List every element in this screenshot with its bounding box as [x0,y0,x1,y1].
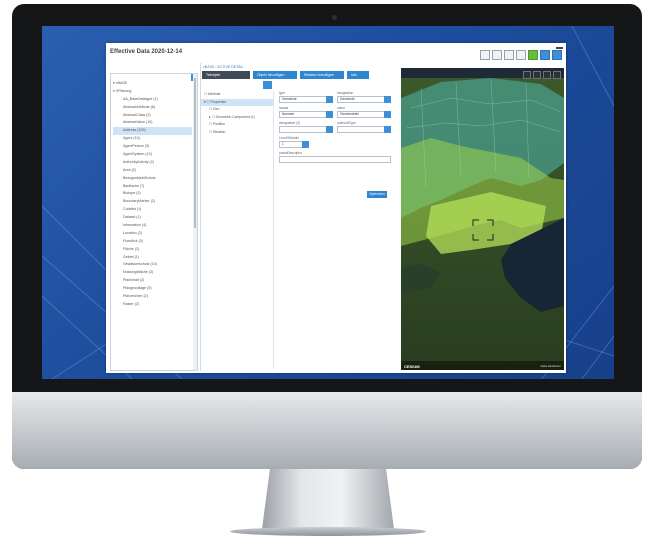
map-footer: CESIUM Data attribution [401,361,564,370]
locator-select[interactable]: Nummer [279,111,333,118]
app-title: Effective Data 2020-12-14 [110,49,183,55]
tab-1[interactable]: Objekt hinzufügen [253,71,297,79]
property-tree-item[interactable]: ▸ ☐ Geometric Component (1) [201,114,273,122]
chevron-down-icon[interactable] [384,111,391,118]
window-toolbar [480,50,562,60]
locator-value: Nummer [282,112,295,116]
tree-item[interactable]: AbstractClass (2) [113,112,192,120]
chevron-down-icon[interactable] [326,96,333,103]
tree-list: ▾ xBASE ▾ XPlanung AA_BaseDatatype (1) Abst… [113,80,192,309]
designation2-select[interactable] [279,126,333,133]
tree-scrollbar-thumb[interactable] [194,78,196,228]
search-button[interactable] [263,81,272,89]
layers-icon[interactable] [543,71,551,79]
type-value: Gemeinde [282,97,297,101]
designation-select[interactable]: Gemeinde [337,96,391,103]
name-value: Gemeindeteil [340,112,359,116]
tree-item[interactable]: BezugsobjektSchutz [113,175,192,183]
monitor-stand [262,469,394,529]
tree-item[interactable]: Biotope (3) [113,190,192,198]
user-icon[interactable] [552,50,562,60]
save-icon[interactable] [528,50,538,60]
tree-item[interactable]: Bauflache (7) [113,183,192,191]
tree-item[interactable]: AbstractValue (10) [113,119,192,127]
codelist-select[interactable] [337,126,391,133]
map-view[interactable]: CESIUM Data attribution [401,68,564,370]
tree-item[interactable]: BoundaryMarker (2) [113,198,192,206]
breadcrumb-active[interactable]: ACTIVE DETAIL [217,65,243,69]
tree-item[interactable]: Plangrundlage (5) [113,285,192,293]
tree-item[interactable]: Dataset (1) [113,214,192,222]
property-tree-item[interactable]: ☐ Attribute [201,91,273,99]
tab-0[interactable]: Teilobjekt [202,71,250,79]
app-window: Effective Data 2020-12-14 ▾ xBASE ▾ XPlan… [106,43,566,373]
home-icon[interactable] [523,71,531,79]
chevron-down-icon[interactable] [302,141,309,148]
map-toolbar [523,71,561,79]
property-tree-item[interactable]: ▾ ☐ Properties [201,98,273,106]
save-button[interactable]: Speichern [367,191,387,198]
tree-scrollbar[interactable] [193,74,197,370]
tree-item[interactable]: Raster (2) [113,301,192,309]
level-select[interactable]: 1 [279,141,309,148]
grid-icon[interactable] [480,50,490,60]
tree-item[interactable]: Nutzungsfläche (3) [113,269,192,277]
tree-item[interactable]: Information (4) [113,222,192,230]
property-tree-item[interactable]: ☐ Relation [201,129,273,137]
level-value: 1 [282,142,284,146]
chevron-down-icon[interactable] [384,96,391,103]
chevron-down-icon[interactable] [326,126,333,133]
export-icon[interactable] [540,50,550,60]
chevron-down-icon[interactable] [384,126,391,133]
tab-3[interactable]: Info [347,71,369,79]
designation-value: Gemeinde [340,97,355,101]
tree-item[interactable]: Area (2) [113,167,192,175]
camera [332,15,337,20]
object-tree: ▾ xBASE ▾ XPlanung AA_BaseDatatype (1) Abst… [110,73,198,371]
property-tree-item[interactable]: ☐ Geo [201,106,273,114]
detail-panel: xBASE / ACTIVE DETAIL Teilobjekt Objekt h… [200,63,397,371]
tree-item[interactable]: AgentPerson (3) [113,143,192,151]
property-tree-item[interactable]: ☐ Position [201,121,273,129]
tab-2[interactable]: Relation hinzufügen [300,71,344,79]
minimize-button[interactable] [556,47,563,49]
tree-item[interactable]: AgentSystem (10) [113,151,192,159]
tree-item[interactable]: Codelist (1) [113,206,192,214]
type-select[interactable]: Gemeinde [279,96,333,103]
layers-icon[interactable] [492,50,502,60]
monitor-stand-base [230,527,426,536]
tree-item[interactable]: Gewässerschutz (10) [113,261,192,269]
property-tree: ☐ Attribute ▾ ☐ Properties ☐ Geo ▸ ☐ Geomet… [201,91,274,369]
help-icon[interactable] [516,50,526,60]
tree-item[interactable]: Fläche (2) [113,246,192,254]
tree-item[interactable]: Gebiet (1) [113,254,192,262]
tree-item[interactable]: Agent (10) [113,135,192,143]
map-credit[interactable]: Data attribution [541,364,561,368]
tree-item[interactable]: AbstractAttribute (6) [113,104,192,112]
map-logo: CESIUM [404,364,420,369]
tree-item[interactable]: Location (2) [113,230,192,238]
settings-icon[interactable] [504,50,514,60]
breadcrumb: xBASE / ACTIVE DETAIL [203,65,244,69]
breadcrumb-root[interactable]: xBASE [203,65,214,69]
tree-item[interactable]: AA_BaseDatatype (1) [113,96,192,104]
attribute-form: type Gemeinde designation Gemeinde locat… [279,91,391,163]
globe-icon[interactable] [533,71,541,79]
monitor-chin [12,392,642,469]
tab-bar: Teilobjekt Objekt hinzufügen Relation hinz… [202,71,395,79]
tree-item[interactable]: Address (100) [113,127,192,136]
description-input[interactable] [279,156,391,163]
tree-item[interactable]: ▾ XPlanung [113,88,192,96]
tree-item[interactable]: ▾ xBASE [113,80,192,88]
satellite-map[interactable] [401,68,564,370]
tree-item[interactable]: Planinhalt (2) [113,277,192,285]
name-select[interactable]: Gemeindeteil [337,111,391,118]
tree-item[interactable]: AuthorityActivity (2) [113,159,192,167]
help-icon[interactable] [553,71,561,79]
chevron-down-icon[interactable] [326,111,333,118]
screen: Effective Data 2020-12-14 ▾ xBASE ▾ XPlan… [42,26,614,379]
tree-item[interactable]: Flurstück (3) [113,238,192,246]
tree-item[interactable]: Planzeichen (2) [113,293,192,301]
